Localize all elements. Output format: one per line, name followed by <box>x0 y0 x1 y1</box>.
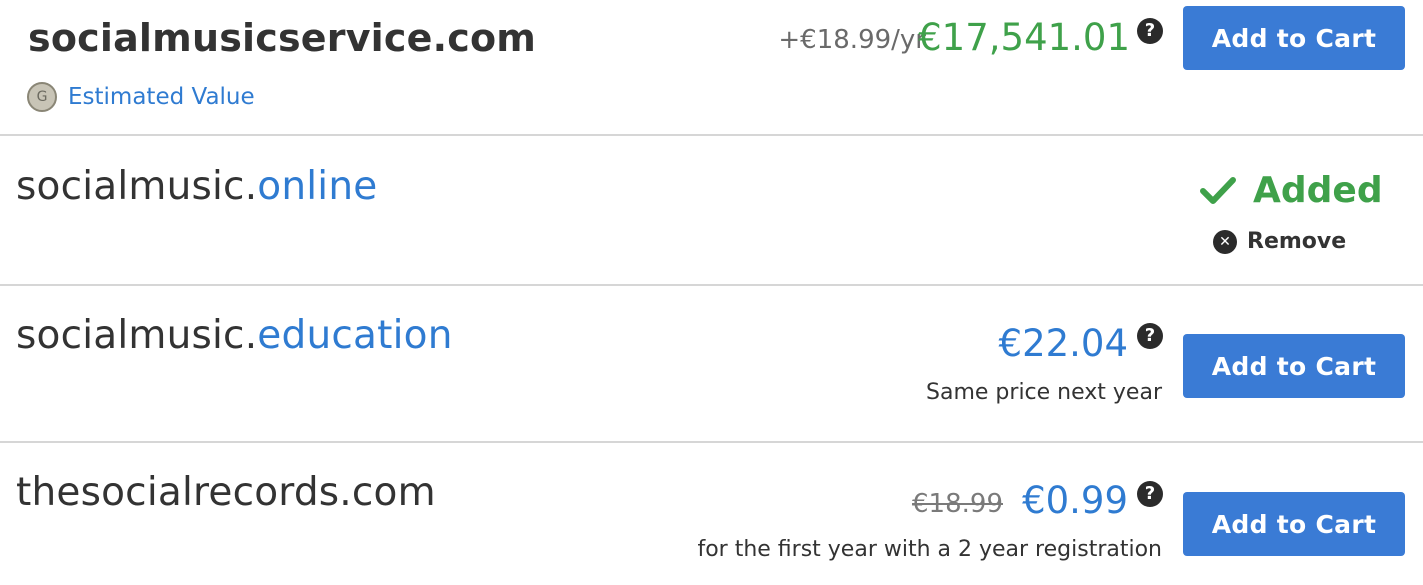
price: €0.99 <box>1022 479 1128 522</box>
add-to-cart-button[interactable]: Add to Cart <box>1183 492 1405 556</box>
close-icon: ✕ <box>1213 229 1237 254</box>
price: €22.04 <box>998 322 1128 365</box>
domain-name: thesocialrecords.com <box>16 470 436 515</box>
remove-button[interactable]: ✕ Remove <box>1213 229 1346 254</box>
domain-name: socialmusic.education <box>16 313 453 358</box>
result-row-1: socialmusicservice.com G Estimated Value… <box>0 0 1423 134</box>
estimated-value-link[interactable]: Estimated Value <box>68 84 255 110</box>
add-to-cart-button[interactable]: Add to Cart <box>1183 334 1405 398</box>
added-status: Added <box>1253 170 1383 211</box>
result-row-3: socialmusic.education €22.04 ? Same pric… <box>0 286 1423 441</box>
remove-label: Remove <box>1247 229 1347 254</box>
estimate-badge-icon: G <box>27 82 57 112</box>
help-icon[interactable]: ? <box>1137 481 1163 507</box>
domain-tld: education <box>257 313 453 358</box>
renewal-price: +€18.99/yr <box>778 25 926 55</box>
price: €17,541.01 <box>918 16 1130 59</box>
add-to-cart-button[interactable]: Add to Cart <box>1183 6 1405 70</box>
domain-base: socialmusic. <box>16 164 258 209</box>
domain-base: socialmusic. <box>16 313 258 358</box>
domain-name: socialmusic.online <box>16 164 377 209</box>
help-icon[interactable]: ? <box>1137 18 1163 44</box>
price-note: Same price next year <box>926 380 1162 405</box>
checkmark-icon <box>1200 177 1236 204</box>
domain-name: socialmusicservice.com <box>28 16 537 60</box>
result-row-2: socialmusic.online Added ✕ Remove <box>0 136 1423 284</box>
help-icon[interactable]: ? <box>1137 323 1163 349</box>
domain-tld: online <box>257 164 378 209</box>
price-note: for the first year with a 2 year registr… <box>697 537 1162 562</box>
result-row-4: thesocialrecords.com €18.99 €0.99 ? for … <box>0 443 1423 585</box>
original-price: €18.99 <box>912 489 1003 519</box>
